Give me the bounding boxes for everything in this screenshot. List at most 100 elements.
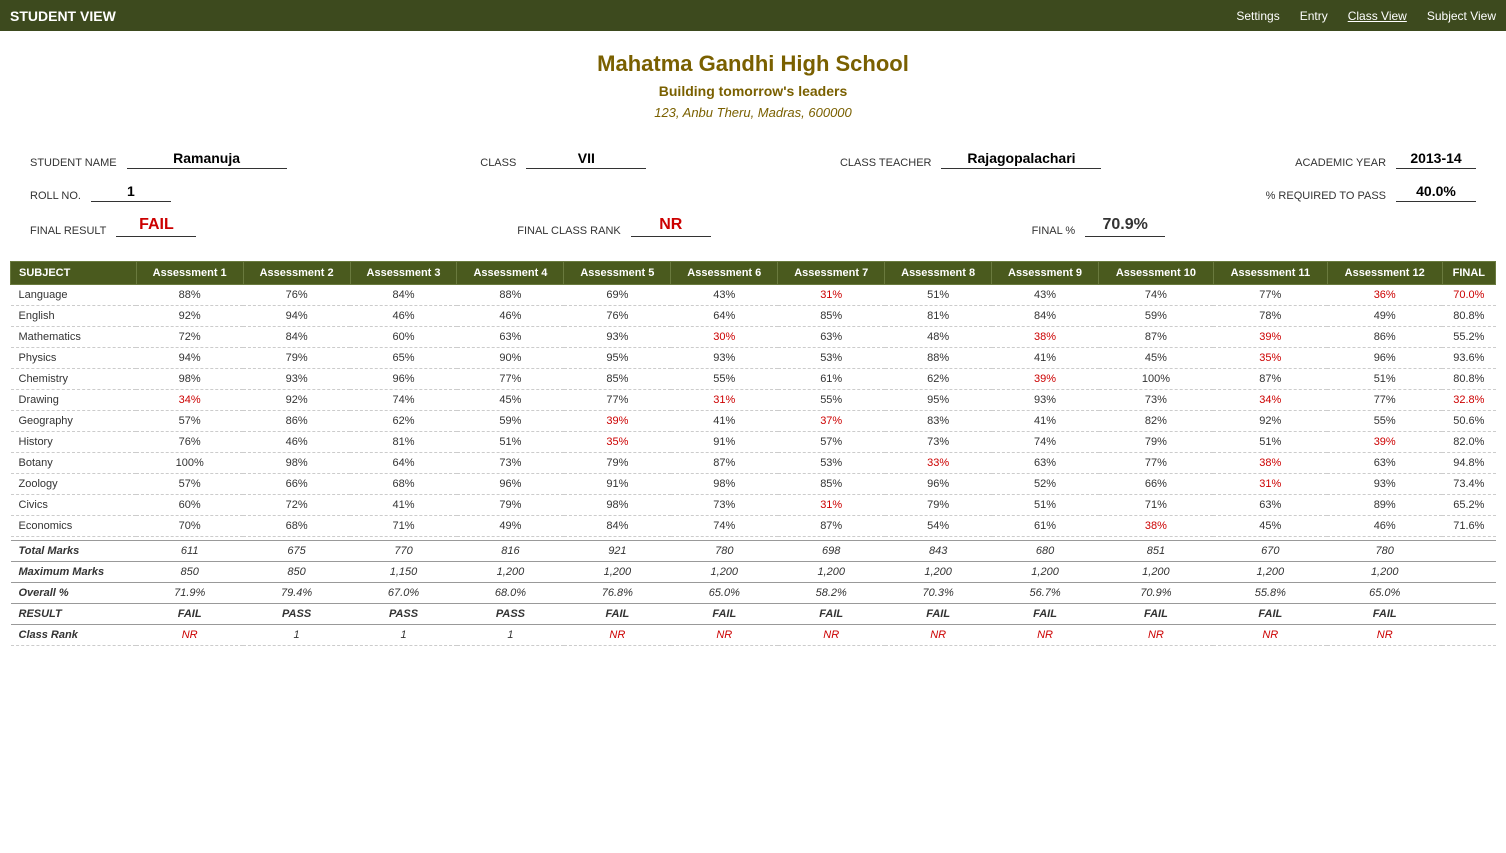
summary-cell-total_marks-3: 816	[457, 541, 564, 562]
summary-cell-total_marks-7: 843	[885, 541, 992, 562]
table-row: Botany100%98%64%73%79%87%53%33%63%77%38%…	[11, 453, 1496, 474]
cell-r8-c11: 63%	[1327, 453, 1442, 474]
cell-r0-c10: 77%	[1213, 285, 1327, 306]
cell-r11-c6: 87%	[778, 516, 885, 537]
cell-r1-c4: 76%	[564, 306, 671, 327]
class-view-link[interactable]: Class View	[1348, 9, 1407, 23]
summary-cell-max_marks-2: 1,150	[350, 562, 457, 583]
cell-r11-c9: 38%	[1099, 516, 1214, 537]
cell-r2-c3: 63%	[457, 327, 564, 348]
cell-r5-c4: 77%	[564, 390, 671, 411]
cell-r0-c9: 74%	[1099, 285, 1214, 306]
student-main-row: STUDENT NAME Ramanuja CLASS VII CLASS TE…	[30, 150, 1476, 169]
table-row: Language88%76%84%88%69%43%31%51%43%74%77…	[11, 285, 1496, 306]
cell-r1-c7: 81%	[885, 306, 992, 327]
summary-cell-class_rank-1: 1	[243, 625, 350, 646]
cell-r9-c5: 98%	[671, 474, 778, 495]
cell-r2-c11: 86%	[1327, 327, 1442, 348]
assessment-2-header: Assessment 2	[243, 262, 350, 285]
academic-year-value: 2013-14	[1396, 150, 1476, 169]
cell-r2-c8: 38%	[992, 327, 1099, 348]
summary-cell-result-5: FAIL	[671, 604, 778, 625]
assessment-5-header: Assessment 5	[564, 262, 671, 285]
summary-cell-class_rank-2: 1	[350, 625, 457, 646]
cell-r2-c1: 84%	[243, 327, 350, 348]
assessment-8-header: Assessment 8	[885, 262, 992, 285]
roll-no-label: ROLL NO.	[30, 190, 81, 202]
cell-r2-c7: 48%	[885, 327, 992, 348]
summary-cell-class_rank-6: NR	[778, 625, 885, 646]
summary-cell-total_marks-6: 698	[778, 541, 885, 562]
summary-row-result: RESULTFAILPASSPASSPASSFAILFAILFAILFAILFA…	[11, 604, 1496, 625]
cell-r10-c9: 71%	[1099, 495, 1214, 516]
summary-cell-result-12	[1442, 604, 1495, 625]
cell-r10-c6: 31%	[778, 495, 885, 516]
cell-r1-c6: 85%	[778, 306, 885, 327]
cell-r11-c8: 61%	[992, 516, 1099, 537]
settings-link[interactable]: Settings	[1236, 9, 1279, 23]
cell-r11-c0: 70%	[136, 516, 243, 537]
summary-cell-result-11: FAIL	[1327, 604, 1442, 625]
cell-r11-c4: 84%	[564, 516, 671, 537]
cell-r9-c0: 57%	[136, 474, 243, 495]
summary-label-overall_pct: Overall %	[11, 583, 137, 604]
cell-r8-c0: 100%	[136, 453, 243, 474]
summary-cell-max_marks-8: 1,200	[992, 562, 1099, 583]
student-info: STUDENT NAME Ramanuja CLASS VII CLASS TE…	[0, 130, 1506, 261]
subject-cell-6: Geography	[11, 411, 137, 432]
table-row: Physics94%79%65%90%95%93%53%88%41%45%35%…	[11, 348, 1496, 369]
assessment-10-header: Assessment 10	[1099, 262, 1214, 285]
cell-r6-c1: 86%	[243, 411, 350, 432]
summary-cell-class_rank-4: NR	[564, 625, 671, 646]
cell-r9-c1: 66%	[243, 474, 350, 495]
cell-r8-c5: 87%	[671, 453, 778, 474]
cell-r6-c2: 62%	[350, 411, 457, 432]
cell-r9-c8: 52%	[992, 474, 1099, 495]
summary-cell-total_marks-2: 770	[350, 541, 457, 562]
cell-r9-c3: 96%	[457, 474, 564, 495]
summary-cell-result-9: FAIL	[1099, 604, 1214, 625]
assessment-9-header: Assessment 9	[992, 262, 1099, 285]
cell-r4-c1: 93%	[243, 369, 350, 390]
table-row: English92%94%46%46%76%64%85%81%84%59%78%…	[11, 306, 1496, 327]
cell-r8-c10: 38%	[1213, 453, 1327, 474]
cell-r9-c2: 68%	[350, 474, 457, 495]
cell-r0-c0: 88%	[136, 285, 243, 306]
pass-percent-value: 40.0%	[1396, 183, 1476, 202]
summary-cell-overall_pct-8: 56.7%	[992, 583, 1099, 604]
entry-link[interactable]: Entry	[1300, 9, 1328, 23]
table-row: Mathematics72%84%60%63%93%30%63%48%38%87…	[11, 327, 1496, 348]
cell-r5-c11: 77%	[1327, 390, 1442, 411]
cell-r10-c11: 89%	[1327, 495, 1442, 516]
cell-r11-c10: 45%	[1213, 516, 1327, 537]
summary-cell-result-1: PASS	[243, 604, 350, 625]
cell-r4-c5: 55%	[671, 369, 778, 390]
subject-col-header: SUBJECT	[11, 262, 137, 285]
subject-cell-2: Mathematics	[11, 327, 137, 348]
summary-row-overall_pct: Overall %71.9%79.4%67.0%68.0%76.8%65.0%5…	[11, 583, 1496, 604]
teacher-value: Rajagopalachari	[941, 150, 1101, 169]
app-title: STUDENT VIEW	[10, 8, 1236, 24]
cell-r11-c11: 46%	[1327, 516, 1442, 537]
cell-r6-c5: 41%	[671, 411, 778, 432]
cell-r7-c11: 39%	[1327, 432, 1442, 453]
subject-cell-11: Economics	[11, 516, 137, 537]
summary-cell-class_rank-10: NR	[1213, 625, 1327, 646]
cell-r3-c11: 96%	[1327, 348, 1442, 369]
summary-cell-class_rank-11: NR	[1327, 625, 1442, 646]
summary-cell-max_marks-3: 1,200	[457, 562, 564, 583]
summary-cell-class_rank-7: NR	[885, 625, 992, 646]
summary-cell-max_marks-7: 1,200	[885, 562, 992, 583]
cell-r3-c6: 53%	[778, 348, 885, 369]
cell-r4-c11: 51%	[1327, 369, 1442, 390]
summary-cell-total_marks-12	[1442, 541, 1495, 562]
summary-row-class_rank: Class RankNR111NRNRNRNRNRNRNRNR	[11, 625, 1496, 646]
assessment-11-header: Assessment 11	[1213, 262, 1327, 285]
cell-r3-c10: 35%	[1213, 348, 1327, 369]
subject-view-link[interactable]: Subject View	[1427, 9, 1496, 23]
cell-r6-c9: 82%	[1099, 411, 1214, 432]
summary-cell-overall_pct-7: 70.3%	[885, 583, 992, 604]
summary-cell-overall_pct-11: 65.0%	[1327, 583, 1442, 604]
cell-r9-c11: 93%	[1327, 474, 1442, 495]
cell-r0-c7: 51%	[885, 285, 992, 306]
